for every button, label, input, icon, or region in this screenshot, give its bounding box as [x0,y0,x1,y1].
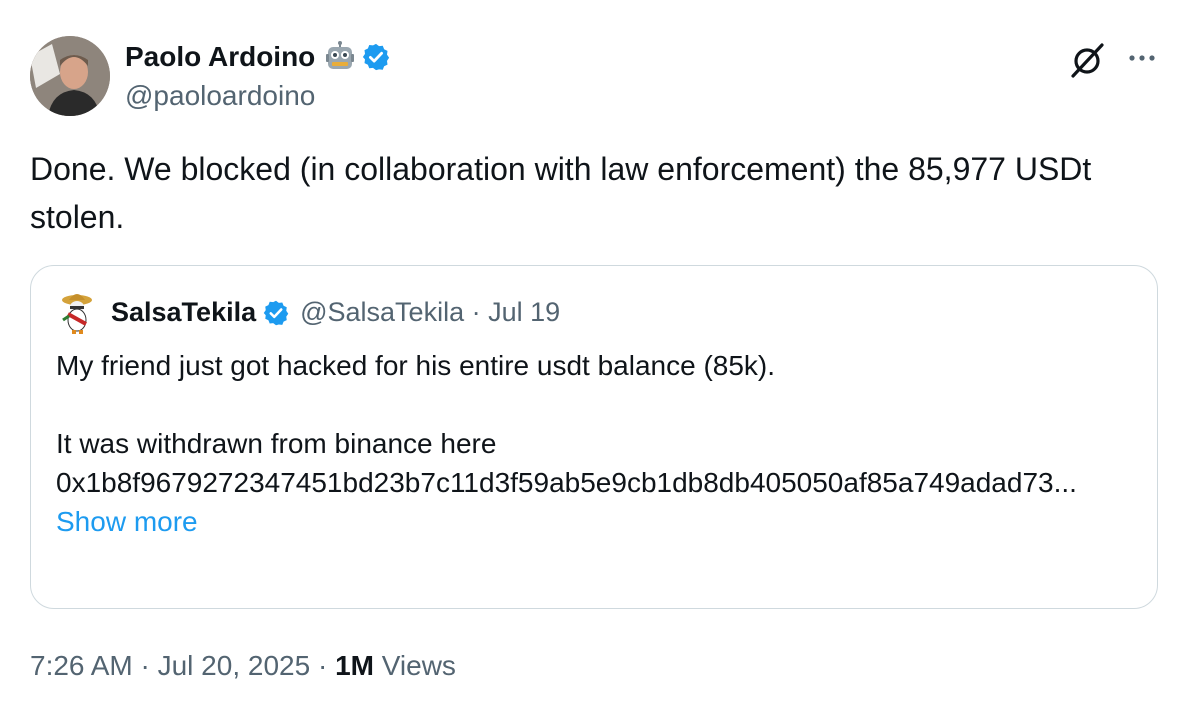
author-handle[interactable]: @paoloardoino [125,80,315,112]
quoted-header: SalsaTekila @SalsaTekila · Jul 19 [111,297,560,328]
tweet-footer: 7:26 AM · Jul 20, 2025 · 1M Views [30,650,456,682]
robot-icon [326,41,355,69]
timestamp[interactable]: 7:26 AM · Jul 20, 2025 · [30,650,335,681]
quoted-line-1: My friend just got hacked for his entire… [56,350,776,381]
avatar-image [30,36,110,116]
views-count: 1M [335,650,374,681]
views-label: Views [373,650,456,681]
show-more-link[interactable]: Show more [56,502,1146,541]
quoted-author-name[interactable]: SalsaTekila [111,297,256,328]
salsa-avatar-image [62,294,92,334]
author-avatar[interactable] [30,36,110,116]
grok-button[interactable] [1068,40,1108,80]
quoted-line-3: 0x1b8f9679272347451bd23b7c11d3f59ab5e9cb… [56,467,1077,498]
quoted-handle-date: @SalsaTekila · Jul 19 [300,297,561,327]
quoted-line-2: It was withdrawn from binance here [56,428,497,459]
more-options-button[interactable] [1124,44,1160,72]
more-options-icon [1129,55,1155,61]
verified-badge-icon [263,300,289,325]
grok-icon [1071,43,1104,78]
verified-badge-icon [363,43,390,71]
tweet-text: Done. We blocked (in collaboration with … [30,151,1092,235]
author-name[interactable]: Paolo Ardoino [125,41,315,73]
quoted-tweet[interactable]: SalsaTekila @SalsaTekila · Jul 19 My fri… [30,265,1158,609]
quoted-text: My friend just got hacked for his entire… [56,346,1146,541]
author-name-row[interactable]: Paolo Ardoino [125,40,391,74]
quoted-author-avatar[interactable] [57,290,97,334]
